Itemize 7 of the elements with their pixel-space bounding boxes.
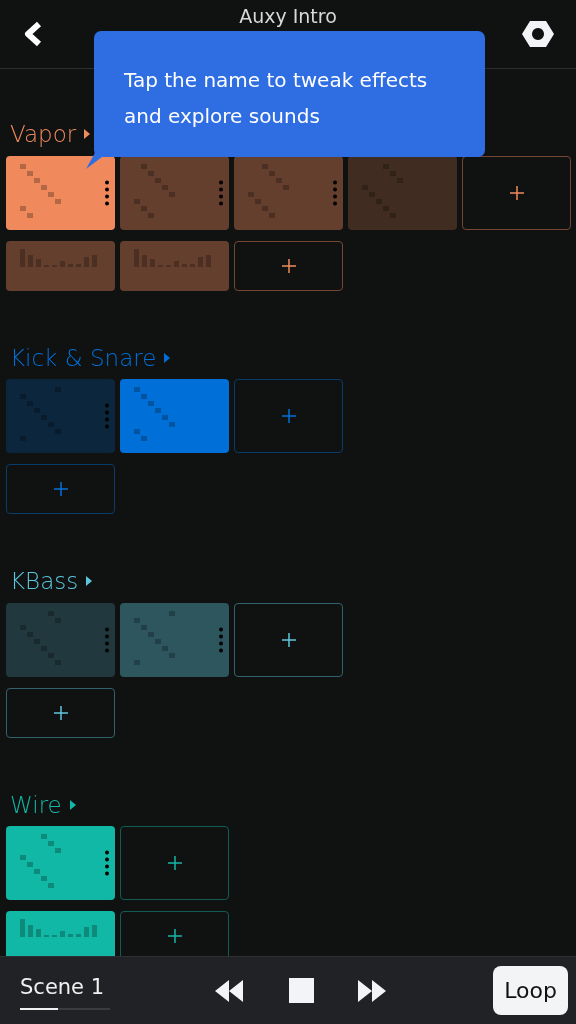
track-name[interactable]: KBass [6, 564, 93, 599]
tooltip-text: Tap the name to tweak effects and explore sounds [124, 68, 428, 128]
track-name[interactable]: Wire [6, 787, 76, 822]
scene-selector[interactable]: Scene 1 [20, 971, 111, 1010]
loop-button[interactable]: Loop [493, 966, 568, 1015]
screen-title: Auxy Intro [238, 4, 338, 29]
track-name[interactable]: Kick & Snare [6, 340, 171, 375]
